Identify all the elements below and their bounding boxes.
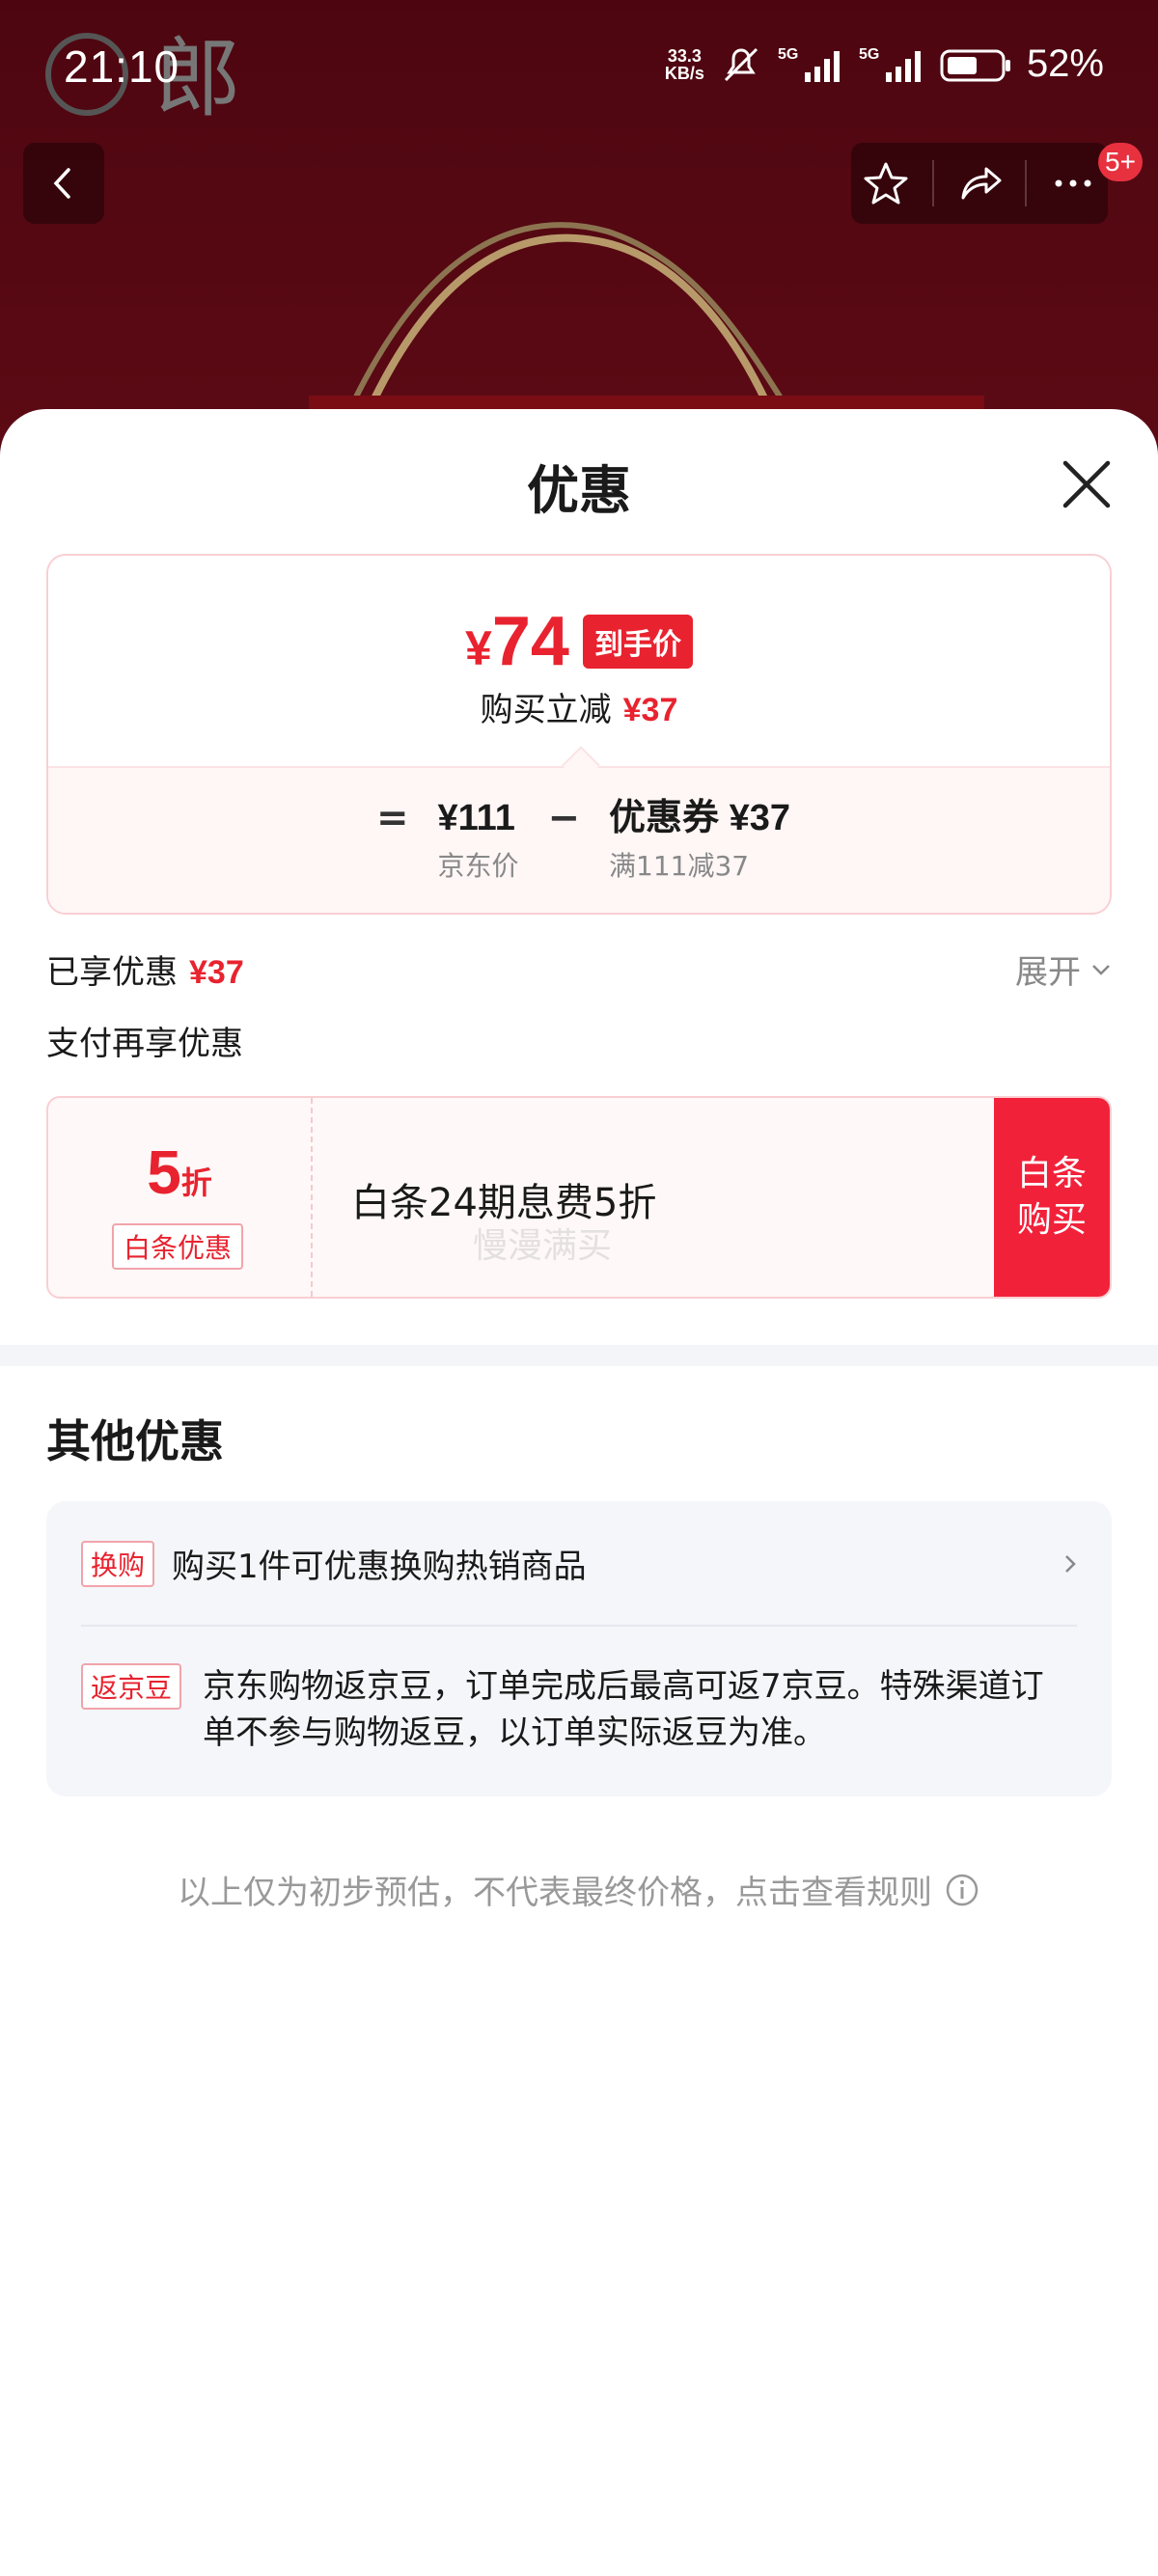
star-icon[interactable] <box>862 159 910 207</box>
chevron-right-icon <box>1065 1554 1076 1573</box>
reduce-label: 购买立减 <box>480 691 612 729</box>
price-formula: = ¥111 京东价 − 优惠券 ¥37 满111减37 <box>376 791 790 884</box>
baitiao-discount: 5折 <box>147 1137 212 1207</box>
list-item-jingdou: 返京豆 京东购物返京豆，订单完成后最高可返7京豆。特殊渠道订单不参与购物返豆，以… <box>81 1663 1044 1756</box>
battery-percent: 52% <box>1026 42 1104 85</box>
jd-price: ¥111 <box>437 798 515 838</box>
back-button[interactable] <box>23 143 104 224</box>
list-item-exchange[interactable]: 换购 购买1件可优惠换购热销商品 <box>81 1540 1083 1587</box>
rules-footnote[interactable]: 以上仅为初步预估，不代表最终价格，点击查看规则 <box>0 1866 1158 1913</box>
reduce-row: 购买立减 ¥37 <box>48 683 1110 730</box>
baitiao-buy-button[interactable]: 白条购买 <box>994 1098 1110 1297</box>
svg-text:5G: 5G <box>778 46 798 63</box>
nav-divider <box>931 160 934 206</box>
info-icon <box>946 1874 979 1905</box>
baitiao-discount-badge: 5折 白条优惠 <box>48 1098 313 1297</box>
battery-icon <box>940 49 1010 81</box>
exchange-text: 购买1件可优惠换购热销商品 <box>172 1548 587 1586</box>
reduce-value: ¥37 <box>622 692 678 728</box>
baitiao-offer-card[interactable]: 5折 白条优惠 白条24期息费5折 慢漫满买 白条购买 <box>46 1096 1112 1299</box>
price-card: ¥74 到手价 购买立减 ¥37 = ¥111 京东价 − 优惠券 ¥37 满11… <box>46 554 1112 915</box>
final-price-row: ¥74 到手价 <box>48 602 1110 681</box>
final-price-tag: 到手价 <box>582 615 693 669</box>
status-time: 21:10 <box>64 41 180 92</box>
message-badge: 5+ <box>1098 143 1143 181</box>
jingdou-tag: 返京豆 <box>81 1663 182 1710</box>
chevron-down-icon <box>1092 964 1110 975</box>
enjoyed-discount: 已享优惠 ¥37 <box>46 953 244 992</box>
list-divider <box>81 1625 1077 1627</box>
jingdou-text: 京东购物返京豆，订单完成后最高可返7京豆。特殊渠道订单不参与购物返豆，以订单实际… <box>203 1667 1044 1752</box>
status-bar: 21:10 33.3 KB/s 5G 5G 52% <box>0 0 1158 135</box>
other-discounts-box: 换购 购买1件可优惠换购热销商品 返京豆 京东购物返京豆，订单完成后最高可返7京… <box>46 1501 1112 1796</box>
jd-price-label: 京东价 <box>437 850 519 882</box>
coupon-rule: 满111减37 <box>609 850 750 882</box>
baitiao-watermark: 慢漫满买 <box>473 1226 613 1266</box>
signal-icon: 5G <box>859 46 921 82</box>
baitiao-tag: 白条优惠 <box>112 1223 244 1270</box>
jd-price-term: ¥111 京东价 <box>438 791 519 884</box>
net-speed: 33.3 KB/s <box>664 45 704 83</box>
sheet-title: 优惠 <box>527 460 631 521</box>
pay-discount-title: 支付再享优惠 <box>46 1025 243 1063</box>
expand-button[interactable]: 展开 <box>1015 945 1114 993</box>
share-icon[interactable] <box>955 159 1004 207</box>
coupon-term: 优惠券 ¥37 满111减37 <box>609 791 790 884</box>
signal-icon: 5G <box>778 46 840 82</box>
svg-text:5G: 5G <box>859 46 879 63</box>
exchange-tag: 换购 <box>81 1540 155 1587</box>
section-divider <box>0 1345 1158 1366</box>
silent-icon <box>724 47 758 81</box>
other-discounts-title: 其他优惠 <box>46 1415 224 1467</box>
back-icon <box>53 168 70 199</box>
nav-actions <box>851 143 1108 224</box>
final-price: ¥74 <box>465 603 569 680</box>
nav-divider <box>1025 160 1028 206</box>
price-summary: ¥74 到手价 购买立减 ¥37 <box>48 556 1110 766</box>
price-formula-area: = ¥111 京东价 − 优惠券 ¥37 满111减37 <box>48 766 1110 913</box>
minus-sign: − <box>547 796 581 840</box>
close-icon[interactable] <box>1060 457 1114 511</box>
more-icon[interactable] <box>1049 159 1097 207</box>
other-discounts-section: 其他优惠 换购 购买1件可优惠换购热销商品 返京豆 京东购物返京豆，订单完成后最… <box>0 1366 1158 2576</box>
status-icons: 33.3 KB/s 5G 5G 52% <box>665 42 1104 86</box>
equals-sign: = <box>376 796 409 840</box>
coupon-value: 优惠券 ¥37 <box>609 798 791 838</box>
